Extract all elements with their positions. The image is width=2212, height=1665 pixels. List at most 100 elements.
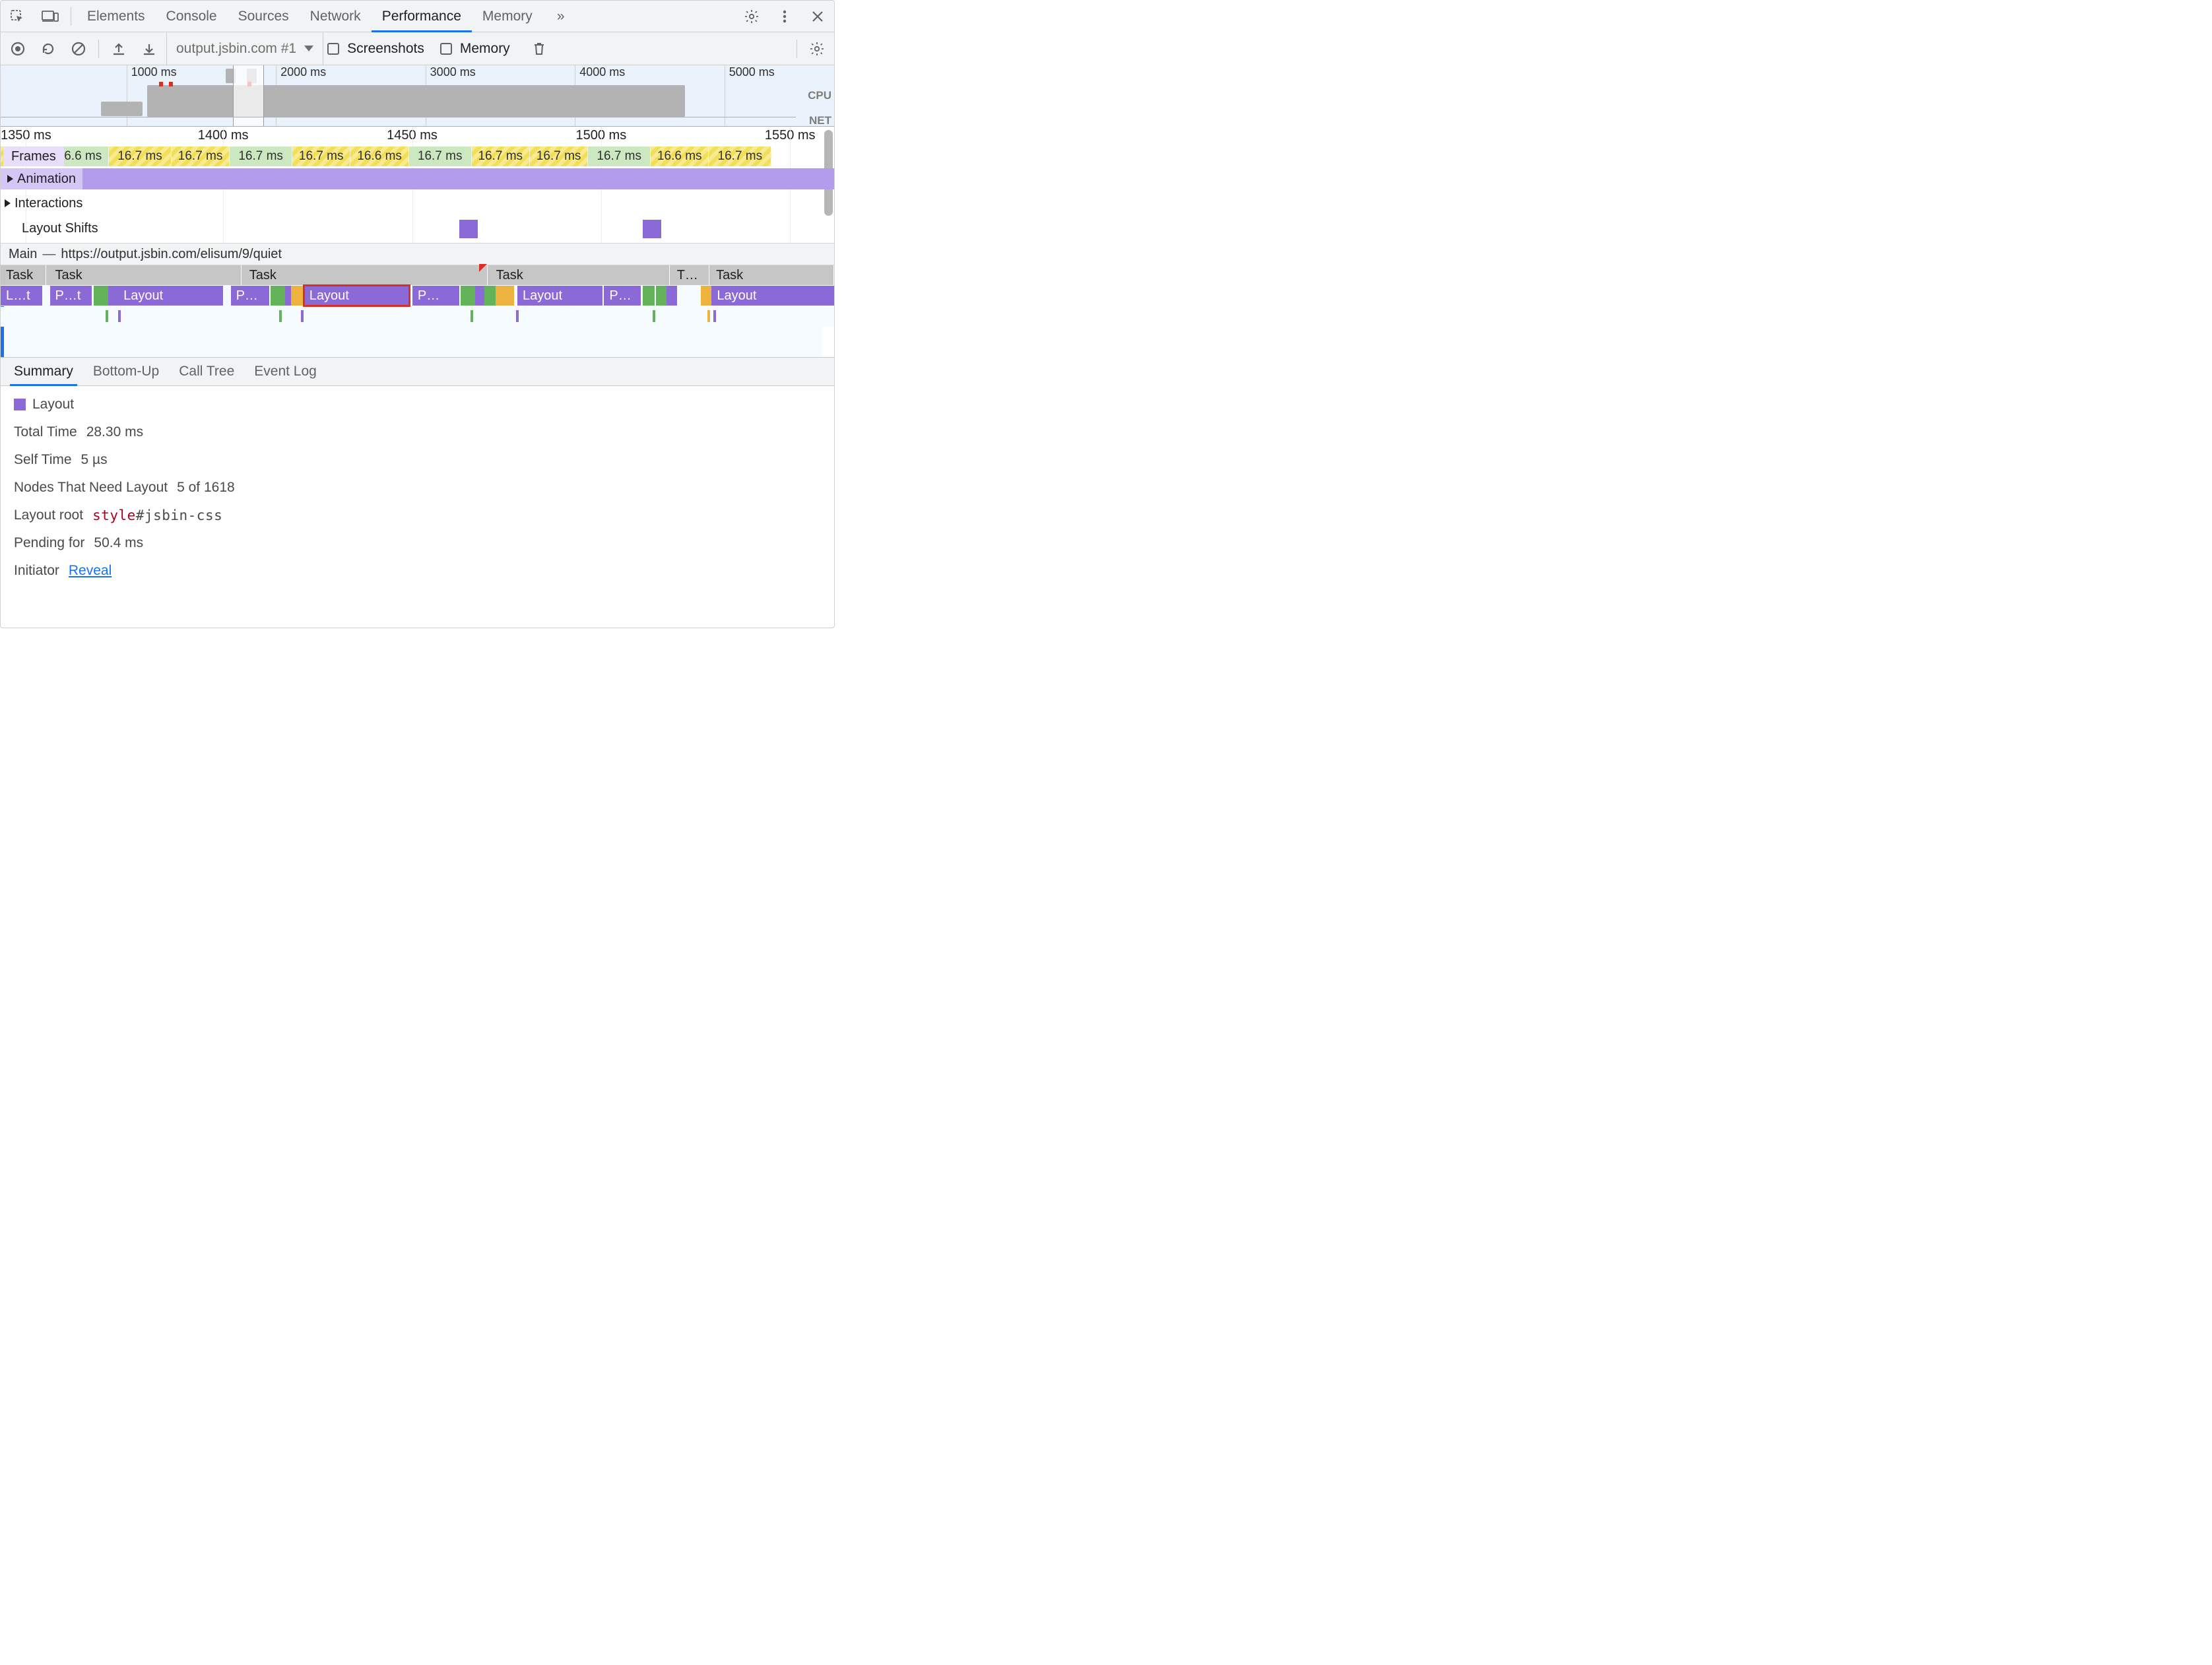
activity-block[interactable]: P…	[412, 286, 459, 306]
overview-tick: 1000 ms	[127, 65, 177, 79]
flame-chart[interactable]: 1350 ms1400 ms1450 ms1500 ms1550 ms Fram…	[1, 127, 834, 358]
frame-cell[interactable]: 16.6 ms	[350, 147, 408, 166]
frame-cell[interactable]: 16.7 ms	[530, 147, 588, 166]
summary-val: 5 µs	[81, 452, 108, 468]
overview-tick: 4000 ms	[575, 65, 625, 79]
activity-block[interactable]: P…	[604, 286, 641, 306]
dash: —	[42, 247, 55, 262]
layout-shift-marker[interactable]	[643, 220, 661, 238]
overflow-tabs-icon[interactable]: »	[546, 1, 576, 32]
activity-block[interactable]: Layout	[517, 286, 602, 306]
tab-sources[interactable]: Sources	[228, 1, 300, 32]
main-thread-header[interactable]: Main — https://output.jsbin.com/elisum/9…	[1, 243, 834, 265]
frame-cell[interactable]: 16.7 ms	[709, 147, 771, 166]
frame-cell[interactable]: 16.7 ms	[109, 147, 172, 166]
inspect-icon[interactable]	[2, 1, 32, 32]
summary-key: Initiator	[14, 563, 59, 579]
more-menu-icon[interactable]	[769, 1, 800, 32]
download-icon[interactable]	[136, 36, 162, 62]
activities-lane: L…tP…tLayoutP…LayoutP…LayoutP…Layout	[1, 285, 834, 306]
task-block[interactable]: Task	[244, 265, 488, 285]
long-task-flag-icon	[479, 264, 487, 272]
task-block[interactable]: Task	[50, 265, 242, 285]
details-tab-bottom-up[interactable]: Bottom-Up	[93, 358, 159, 385]
devtools-tabbar: ElementsConsoleSourcesNetworkPerformance…	[1, 1, 834, 32]
activity-block[interactable]	[484, 286, 496, 306]
activity-block[interactable]	[291, 286, 304, 306]
frame-cell[interactable]: 16.7 ms	[588, 147, 651, 166]
activity-block[interactable]: P…t	[50, 286, 92, 306]
reveal-link[interactable]: Reveal	[69, 563, 112, 579]
activity-block[interactable]	[667, 286, 677, 306]
summary-key: Layout root	[14, 507, 83, 523]
frame-cell[interactable]: 16.6 ms	[651, 147, 709, 166]
task-block[interactable]: Task	[1, 265, 46, 285]
device-toggle-icon[interactable]	[35, 1, 65, 32]
tab-console[interactable]: Console	[156, 1, 228, 32]
settings-gear-icon[interactable]	[736, 1, 767, 32]
activity-block[interactable]	[643, 286, 655, 306]
details-tab-summary[interactable]: Summary	[14, 358, 73, 385]
layout-shift-marker[interactable]	[459, 220, 478, 238]
micro-activity	[713, 310, 716, 322]
lane-label-text: Layout Shifts	[22, 221, 98, 236]
frame-cell[interactable]: 16.7 ms	[409, 147, 472, 166]
overview-minimap[interactable]: 1000 ms2000 ms3000 ms4000 ms5000 ms CPU …	[1, 65, 834, 127]
tab-memory[interactable]: Memory	[472, 1, 543, 32]
activity-block[interactable]: Layout	[711, 286, 834, 306]
activity-block[interactable]	[108, 286, 119, 306]
frame-cell[interactable]: 16.7 ms	[230, 147, 292, 166]
activity-block[interactable]: Layout	[118, 286, 223, 306]
activity-block[interactable]	[94, 286, 108, 306]
tab-elements[interactable]: Elements	[77, 1, 156, 32]
activity-block[interactable]: Layout	[304, 286, 409, 306]
activity-block[interactable]: P…	[231, 286, 269, 306]
summary-key: Nodes That Need Layout	[14, 480, 168, 496]
summary-key: Total Time	[14, 424, 77, 440]
clear-icon[interactable]	[65, 36, 92, 62]
animation-lane[interactable]: Animation	[1, 168, 834, 189]
overview-longtask-marker	[169, 82, 173, 86]
memory-label: Memory	[460, 41, 510, 57]
details-tab-call-tree[interactable]: Call Tree	[179, 358, 234, 385]
interactions-lane[interactable]: Interactions	[1, 191, 834, 216]
record-icon[interactable]	[5, 36, 31, 62]
frame-cell[interactable]: 16.7 ms	[292, 147, 350, 166]
tab-network[interactable]: Network	[300, 1, 372, 32]
frames-lane-label[interactable]: Frames	[3, 147, 64, 166]
layout-shifts-lane[interactable]: Layout Shifts	[1, 216, 834, 241]
close-icon[interactable]	[802, 1, 833, 32]
overview-tick: 2000 ms	[276, 65, 326, 79]
task-block[interactable]: Task	[711, 265, 834, 285]
tab-performance[interactable]: Performance	[372, 1, 472, 32]
capture-settings-gear-icon[interactable]	[804, 36, 830, 62]
micro-activity	[707, 310, 710, 322]
activity-block[interactable]	[271, 286, 284, 306]
micro-activity	[118, 310, 121, 322]
ruler-tick: 1350 ms	[1, 128, 51, 143]
activity-block[interactable]	[656, 286, 667, 306]
details-tabs: Summary Bottom-Up Call Tree Event Log	[1, 358, 834, 386]
task-block[interactable]: Task	[491, 265, 670, 285]
summary-val: 50.4 ms	[94, 535, 143, 551]
activity-block[interactable]	[701, 286, 711, 306]
target-select[interactable]: output.jsbin.com #1	[166, 32, 323, 65]
trash-icon[interactable]	[526, 36, 552, 62]
marks-lane	[1, 307, 834, 327]
frames-lane: ns16.6 ms16.7 ms16.7 ms16.7 ms16.7 ms16.…	[1, 147, 834, 166]
overview-tick: 3000 ms	[426, 65, 476, 79]
tasks-lane: TaskTaskTaskTaskT…Task	[1, 265, 834, 285]
activity-block[interactable]: L…t	[1, 286, 42, 306]
upload-icon[interactable]	[106, 36, 132, 62]
screenshots-checkbox[interactable]	[327, 43, 339, 55]
summary-val: 28.30 ms	[86, 424, 143, 440]
reload-icon[interactable]	[35, 36, 61, 62]
frame-cell[interactable]: 16.7 ms	[472, 147, 530, 166]
micro-activity	[106, 310, 108, 322]
activity-block[interactable]	[496, 286, 514, 306]
frame-cell[interactable]: 16.7 ms	[172, 147, 230, 166]
task-block[interactable]: T…	[672, 265, 709, 285]
details-tab-event-log[interactable]: Event Log	[254, 358, 317, 385]
memory-checkbox[interactable]	[440, 43, 452, 55]
activity-block[interactable]	[461, 286, 474, 306]
